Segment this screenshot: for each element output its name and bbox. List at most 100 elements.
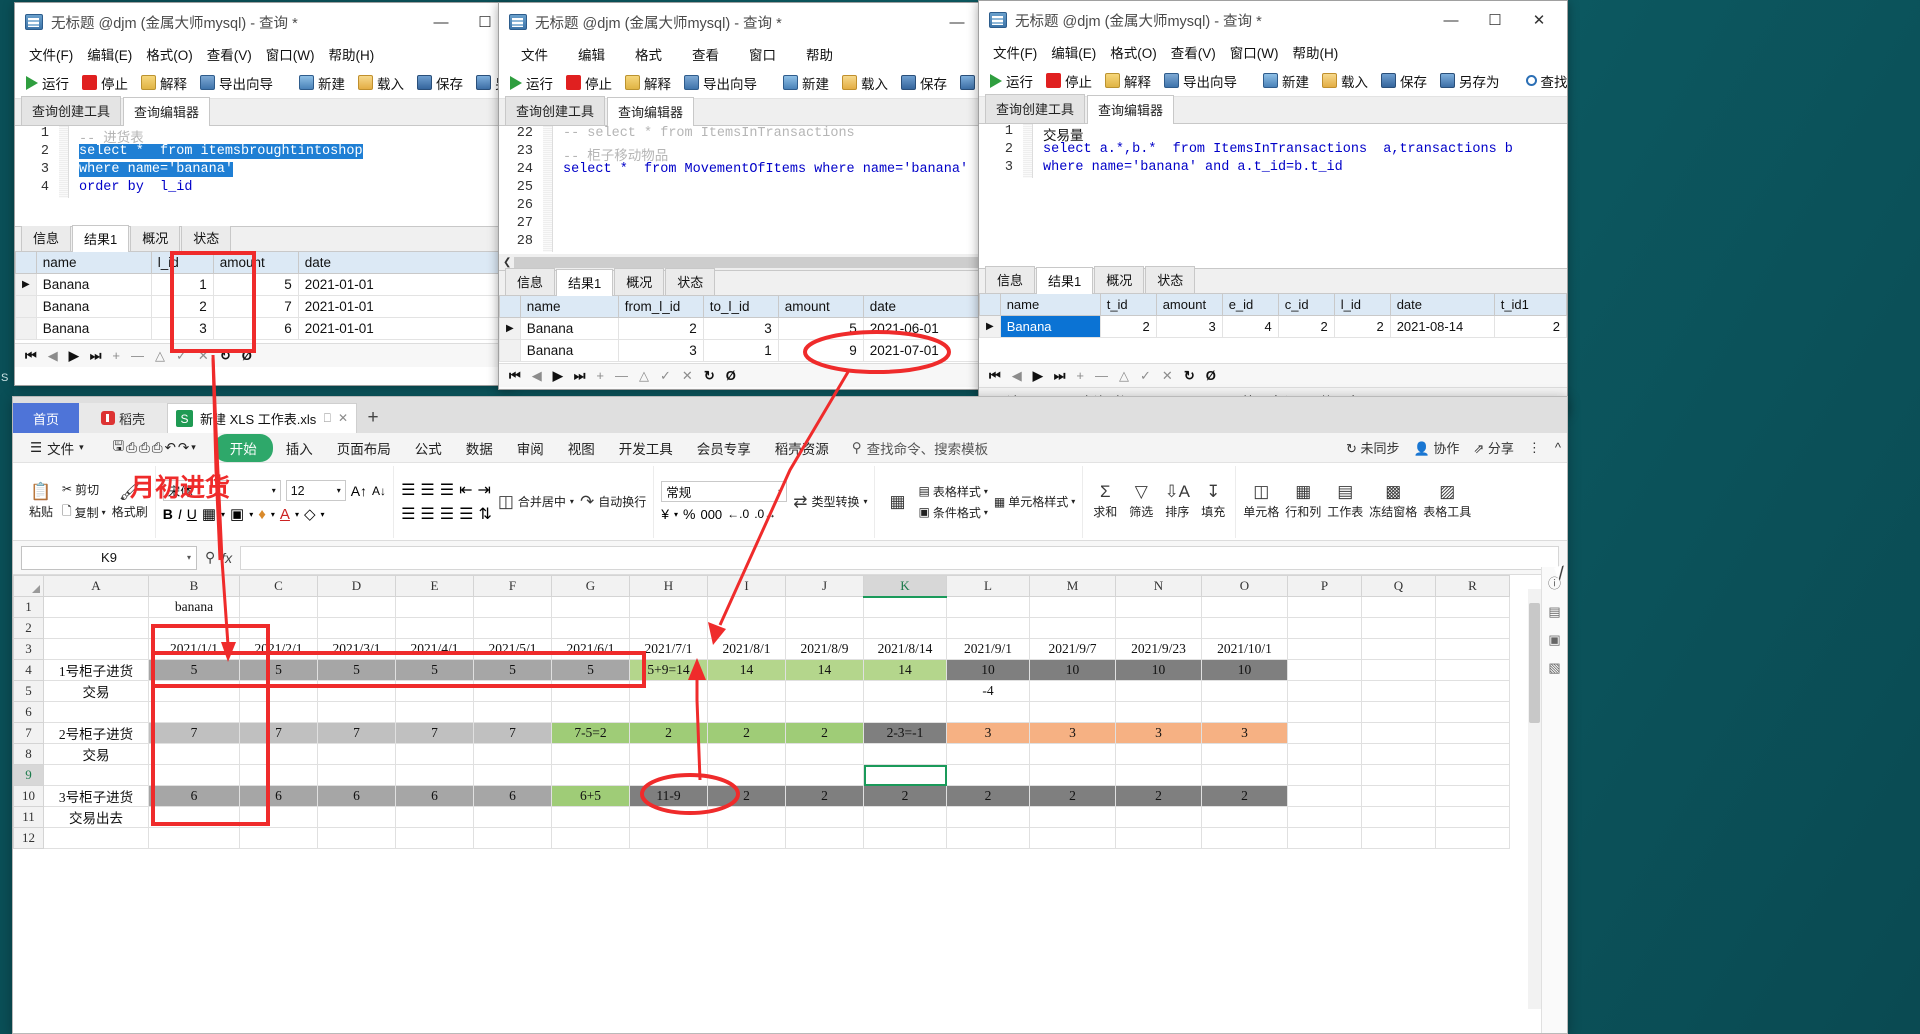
cell-O1[interactable]: [1201, 596, 1288, 618]
scroll-thumb[interactable]: [514, 256, 981, 268]
sheet-row[interactable]: 3 2021/1/1 2021/2/1 2021/3/1 2021/4/1 20…: [13, 638, 1510, 660]
ribbon-tab-pagelayout[interactable]: 页面布局: [326, 434, 402, 462]
scroll-thumb[interactable]: [1529, 603, 1540, 723]
sheet-row[interactable]: 6: [13, 701, 1510, 723]
cell-M3[interactable]: 2021/9/7: [1029, 638, 1116, 660]
refresh-icon[interactable]: ↻: [220, 348, 231, 364]
cell-D2[interactable]: [317, 617, 396, 639]
cell-R10[interactable]: [1435, 785, 1510, 807]
run-button[interactable]: 运行: [21, 71, 74, 95]
cell-merge-icon[interactable]: ▣: [230, 505, 244, 523]
collapse-ribbon-icon[interactable]: ^: [1555, 440, 1561, 455]
font-size-select[interactable]: 12 ▾: [285, 480, 346, 501]
cell-D10[interactable]: 6: [317, 785, 396, 807]
col-t-id[interactable]: t_id: [1099, 293, 1157, 316]
cell-E9[interactable]: [395, 764, 474, 786]
window1-titlebar[interactable]: 无标题 @djm (金属大师mysql) - 查询 * — ☐: [15, 3, 513, 41]
menu-help[interactable]: 帮助: [792, 42, 847, 66]
load-button[interactable]: 载入: [353, 71, 409, 95]
cell-H9[interactable]: [629, 764, 708, 786]
cancel-icon[interactable]: ✕: [198, 348, 209, 364]
cell-R7[interactable]: [1435, 722, 1510, 744]
row-header-11[interactable]: 11: [13, 806, 44, 828]
menu-file[interactable]: 文件: [507, 42, 562, 66]
cell-C1[interactable]: [239, 596, 318, 618]
formula-input[interactable]: [240, 545, 1559, 570]
cell-Q3[interactable]: [1361, 638, 1436, 660]
cell-R4[interactable]: [1435, 659, 1510, 681]
cell-E6[interactable]: [395, 701, 474, 723]
cell-Q9[interactable]: [1361, 764, 1436, 786]
stop-load-icon[interactable]: Ø: [242, 348, 252, 363]
cell-F7[interactable]: 7: [473, 722, 552, 744]
sort-button[interactable]: ⇩A 排序: [1162, 483, 1192, 520]
tab-query-editor[interactable]: 查询编辑器: [123, 97, 211, 126]
result-tab-profile[interactable]: 概况: [614, 268, 665, 295]
cell-E3[interactable]: 2021/4/1: [395, 638, 474, 660]
cell-F3[interactable]: 2021/5/1: [473, 638, 552, 660]
prev-record-icon[interactable]: ◀: [1012, 368, 1022, 384]
table-row[interactable]: ▶ Banana 2 3 4 2 2 2021-08-14 2: [979, 315, 1567, 338]
align-middle-icon[interactable]: ☰: [420, 480, 434, 500]
cell-G8[interactable]: [551, 743, 630, 765]
menu-file[interactable]: 文件(F): [987, 40, 1043, 64]
window3-toolbar[interactable]: 运行 停止 解释 导出向导 新建 载入 保存 另存为 查找: [979, 65, 1567, 97]
cell-N7[interactable]: 3: [1115, 722, 1202, 744]
cell-A2[interactable]: [43, 617, 149, 639]
ribbon-tab-formula[interactable]: 公式: [404, 434, 453, 462]
cell-Q7[interactable]: [1361, 722, 1436, 744]
cell-L2[interactable]: [946, 617, 1030, 639]
cell-C3[interactable]: 2021/2/1: [239, 638, 318, 660]
window2-tabstrip[interactable]: 查询创建工具 查询编辑器: [499, 96, 985, 126]
cell-N9[interactable]: [1115, 764, 1202, 786]
cell-F11[interactable]: [473, 806, 552, 828]
col-from-l-id[interactable]: from_l_id: [617, 295, 704, 318]
row-header-9[interactable]: 9: [13, 764, 44, 786]
align-left-icon[interactable]: ☰: [401, 504, 415, 524]
col-header-H[interactable]: H: [629, 575, 708, 597]
wrap-text-button[interactable]: ↷ 自动换行: [580, 493, 646, 510]
row-header-2[interactable]: 2: [13, 617, 44, 639]
cell-K12[interactable]: [863, 827, 947, 849]
menu-view[interactable]: 查看(V): [201, 42, 258, 66]
menu-edit[interactable]: 编辑(E): [81, 42, 138, 66]
fill-button[interactable]: ↧ 填充: [1198, 483, 1228, 520]
cell-B3[interactable]: 2021/1/1: [148, 638, 240, 660]
col-to-l-id[interactable]: to_l_id: [702, 295, 779, 318]
cell-Q8[interactable]: [1361, 743, 1436, 765]
cell-I9[interactable]: [707, 764, 786, 786]
bold-icon[interactable]: B: [163, 506, 173, 522]
save-button[interactable]: 保存: [896, 71, 952, 95]
cancel-icon[interactable]: ✕: [682, 368, 693, 384]
window1-editor[interactable]: 1 -- 进货表 2 select * from itemsbroughtintos…: [15, 126, 513, 226]
col-date[interactable]: date: [862, 295, 985, 318]
undo-icon[interactable]: ↶: [165, 440, 176, 456]
rows-columns-button[interactable]: ▦ 行和列: [1285, 483, 1321, 520]
type-convert-button[interactable]: ⇄ 类型转换 ▾: [793, 493, 867, 510]
cell-Q2[interactable]: [1361, 617, 1436, 639]
sheet-row[interactable]: 1 banana: [13, 596, 1510, 618]
cell-F1[interactable]: [473, 596, 552, 618]
window1-result-tabs[interactable]: 信息 结果1 概况 状态: [15, 224, 513, 252]
cell-P11[interactable]: [1287, 806, 1362, 828]
load-button[interactable]: 载入: [1317, 69, 1373, 93]
cell-O8[interactable]: [1201, 743, 1288, 765]
ribbon-tab-insert[interactable]: 插入: [275, 434, 324, 462]
cell-P9[interactable]: [1287, 764, 1362, 786]
copy-button[interactable]: 🗋 复制 ▾: [62, 502, 106, 523]
run-button[interactable]: 运行: [985, 69, 1038, 93]
load-button[interactable]: 载入: [837, 71, 893, 95]
col-date[interactable]: date: [297, 251, 513, 274]
row-header-8[interactable]: 8: [13, 743, 44, 765]
cell-B11[interactable]: [148, 806, 240, 828]
col-header-I[interactable]: I: [707, 575, 786, 597]
worksheet-button[interactable]: ▤ 工作表: [1327, 483, 1363, 520]
formula-tools[interactable]: ⚲ fx: [205, 549, 232, 566]
cell-E10[interactable]: 6: [395, 785, 474, 807]
tab-query-editor[interactable]: 查询编辑器: [607, 97, 695, 126]
col-header-B[interactable]: B: [148, 575, 240, 597]
table-row[interactable]: Banana 3 1 9 2021-07-01: [499, 339, 985, 362]
cell-L6[interactable]: [946, 701, 1030, 723]
print-icon[interactable]: ⎙: [139, 440, 150, 456]
last-record-icon[interactable]: ⏭: [1054, 368, 1066, 384]
